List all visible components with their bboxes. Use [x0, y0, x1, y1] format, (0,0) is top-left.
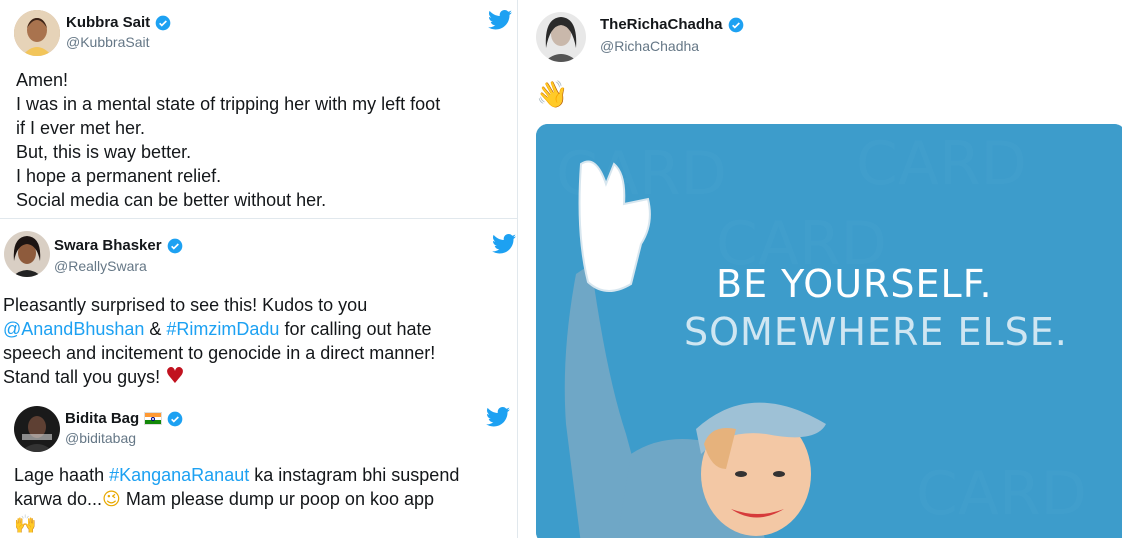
user-name[interactable]: Kubbra Sait [66, 14, 150, 31]
tweet-line: ka instagram bhi suspend [249, 465, 460, 485]
user-handle[interactable]: @ReallySwara [54, 258, 147, 274]
wink-emoji: 😉 [102, 489, 121, 510]
tweet-line: Mam please dump ur poop on koo app [120, 489, 435, 509]
raising-hands-emoji: 🙌 [14, 514, 37, 535]
tweet-line: Stand tall you guys! [3, 367, 166, 387]
tweet-line: But, this is way better. [16, 142, 192, 162]
user-handle[interactable]: @KubbraSait [66, 34, 149, 50]
tweet-line: Amen! [16, 70, 69, 90]
verified-badge-icon [167, 411, 183, 426]
verified-badge-icon [728, 17, 743, 32]
heart-emoji: ♥ [165, 364, 185, 389]
tweet-text: Amen! I was in a mental state of trippin… [16, 68, 440, 212]
user-name[interactable]: Bidita Bag [65, 410, 139, 427]
avatar[interactable] [14, 406, 60, 452]
tweet-line: & [144, 319, 167, 339]
poster-line-2: SOMEWHERE ELSE. [684, 310, 1068, 354]
poster-line-1: BE YOURSELF. [716, 262, 993, 306]
tweet-line: Social media can be better without her. [16, 190, 327, 210]
india-flag-icon [144, 412, 163, 425]
waving-hand-emoji: 👋 [536, 80, 569, 110]
svg-text:CARD: CARD [856, 129, 1027, 199]
twitter-bird-icon[interactable] [486, 407, 510, 427]
tweet-line: I hope a permanent relief. [16, 166, 222, 186]
tweet-line: Lage haath [14, 465, 110, 485]
user-name[interactable]: Swara Bhasker [54, 237, 162, 254]
hashtag-link[interactable]: #KanganaRanaut [109, 465, 249, 485]
twitter-bird-icon[interactable] [492, 234, 516, 254]
mention-link[interactable]: @AnandBhushan [3, 319, 144, 339]
tweet-richa: TheRichaChadha @RichaChadha 👋 CARD CARD … [518, 0, 1122, 538]
verified-badge-icon [167, 238, 182, 253]
tweet-swara: Swara Bhasker @ReallySwara Pleasantly su… [0, 219, 517, 538]
avatar[interactable] [536, 12, 586, 62]
verified-badge-icon [155, 15, 171, 30]
quoted-tweet-bidita[interactable]: Bidita Bag @biditabag Lage haath #Kangan… [0, 399, 517, 538]
avatar[interactable] [14, 10, 60, 56]
hashtag-link[interactable]: #RimzimDadu [166, 319, 279, 339]
tweet-line: I was in a mental state of tripping her … [16, 94, 441, 114]
tweet-line: for calling out hate [279, 319, 432, 339]
user-handle[interactable]: @biditabag [65, 430, 136, 446]
avatar[interactable] [4, 231, 50, 277]
tweet-kubbra: Kubbra Sait @KubbraSait Amen! I was in a… [0, 0, 516, 218]
tweet-text: Pleasantly surprised to see this! Kudos … [3, 293, 435, 389]
tweet-text: Lage haath #KanganaRanaut ka instagram b… [14, 463, 459, 537]
tweet-line: speech and incitement to genocide in a d… [3, 343, 436, 363]
tweet-line: karwa do... [14, 489, 103, 509]
tweet-line: Pleasantly surprised to see this! Kudos … [3, 295, 368, 315]
user-handle[interactable]: @RichaChadha [600, 38, 699, 54]
tweet-image[interactable]: CARD CARD CARD CARD BE YOURSELF. SOMEWHE… [536, 124, 1122, 538]
tweet-line: if I ever met her. [16, 118, 146, 138]
svg-text:CARD: CARD [916, 459, 1087, 529]
user-name[interactable]: TheRichaChadha [600, 16, 723, 33]
twitter-bird-icon[interactable] [488, 10, 512, 30]
